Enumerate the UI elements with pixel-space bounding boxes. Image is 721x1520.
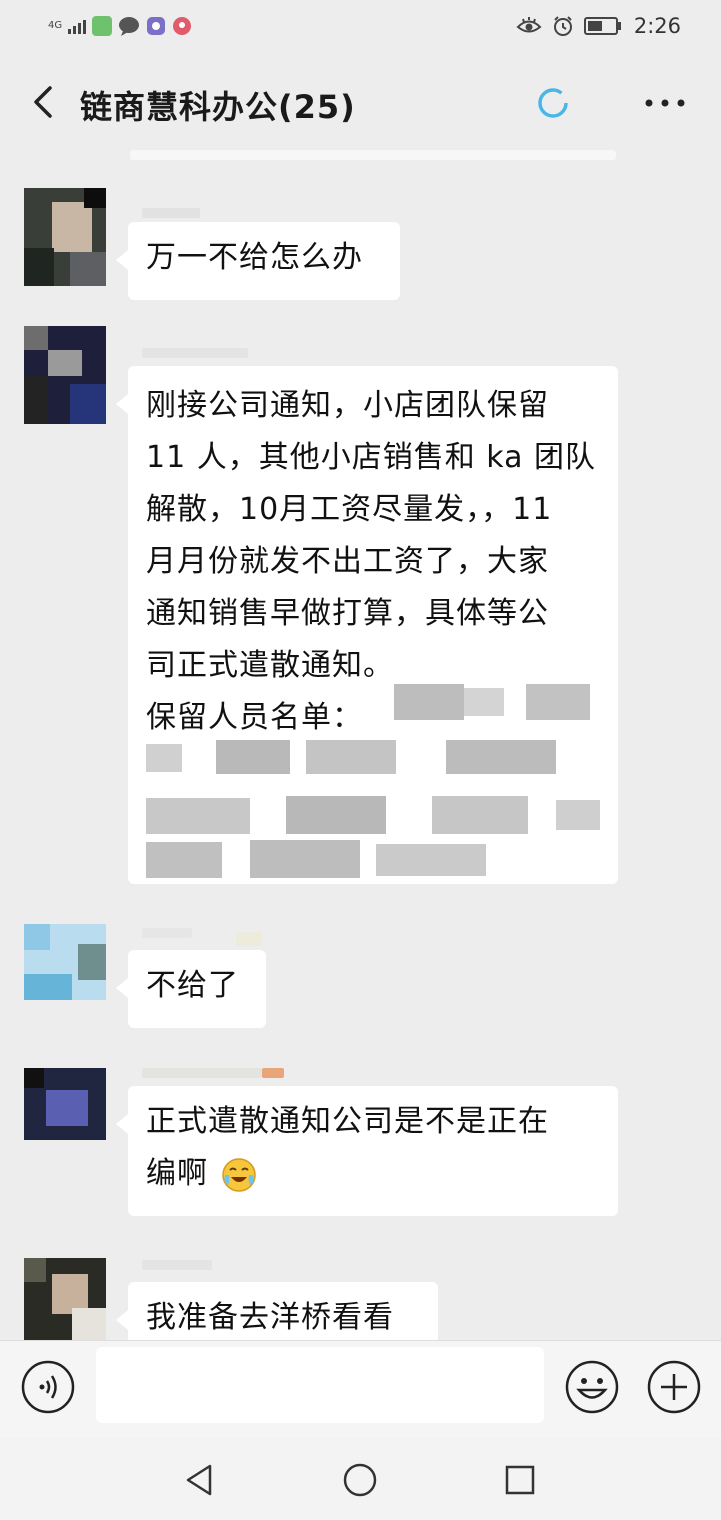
app-icon [92,16,113,36]
signal-icon [68,18,87,34]
crying-laughing-emoji [221,1157,256,1192]
home-circle-icon[interactable] [340,1460,380,1500]
previous-message-edge [130,150,616,160]
sender-name-hidden [142,348,248,358]
message-line: 通知销售早做打算，具体等公 [146,596,549,631]
sender-name-hidden [236,932,262,946]
eye-icon [516,17,542,33]
status-right: 2:26 [516,14,681,38]
avatar[interactable] [24,188,106,286]
group-chat-title: 链商慧科办公(25) [80,88,356,126]
voice-icon[interactable] [20,1359,76,1415]
status-bar: 4G 2:26 [0,0,721,58]
recent-square-icon[interactable] [500,1460,540,1500]
plus-icon[interactable] [646,1359,702,1415]
message-line: 11 人，其他小店销售和 ka 团队 [146,440,597,475]
message-text: 万一不给怎么办 [146,240,363,275]
browser-icon [147,17,166,35]
message-bubble[interactable]: 刚接公司通知，小店团队保留 11 人，其他小店销售和 ka 团队 解散，10月工… [116,366,618,884]
sender-name-hidden [142,928,192,938]
system-nav-bar [0,1438,721,1520]
alarm-icon [553,16,572,36]
more-dots-icon[interactable] [640,88,690,118]
chat-header: 链商慧科办公(25) [0,58,721,150]
chevron-left-icon[interactable] [24,80,64,124]
loading-ring-icon [538,88,568,118]
pixelated-name-list [146,684,602,878]
message-bubble[interactable]: 万一不给怎么办 [116,222,400,300]
sender-name-hidden [142,1068,262,1078]
back-triangle-icon[interactable] [180,1460,220,1500]
sender-name-hidden [262,1068,284,1078]
message-bubble[interactable]: 我准备去洋桥看看 [116,1282,438,1340]
message-line: 月月份就发不出工资了，大家 [146,544,549,579]
avatar[interactable] [24,1068,106,1140]
sender-name-hidden [142,208,200,218]
avatar[interactable] [24,924,106,1000]
message-list[interactable]: 万一不给怎么办 刚接公司通知，小店团队保留 11 人，其他小店销售和 ka 团队… [0,150,721,1340]
message-bubble[interactable]: 不给了 [116,950,266,1028]
message-input-bar [0,1340,721,1439]
chat-notification-icon [119,17,140,36]
message-text: 不给了 [146,968,239,1003]
sender-name-hidden [142,1260,212,1270]
avatar[interactable] [24,1258,106,1340]
map-icon [173,17,192,35]
battery-icon [583,17,621,35]
message-line: 编啊 [146,1156,208,1191]
network-type: 4G [48,20,63,31]
clock-time: 2:26 [633,14,681,38]
message-text: 我准备去洋桥看看 [146,1300,394,1335]
message-line: 解散，10月工资尽量发，，11 [146,492,553,527]
message-input[interactable] [96,1347,544,1423]
avatar[interactable] [24,326,106,424]
message-line: 正式遣散通知公司是不是正在 [146,1104,549,1139]
status-left: 4G [48,16,192,36]
message-bubble[interactable]: 正式遣散通知公司是不是正在 编啊 [116,1086,618,1216]
message-line: 刚接公司通知，小店团队保留 [146,388,549,423]
emoji-icon[interactable] [564,1359,620,1415]
